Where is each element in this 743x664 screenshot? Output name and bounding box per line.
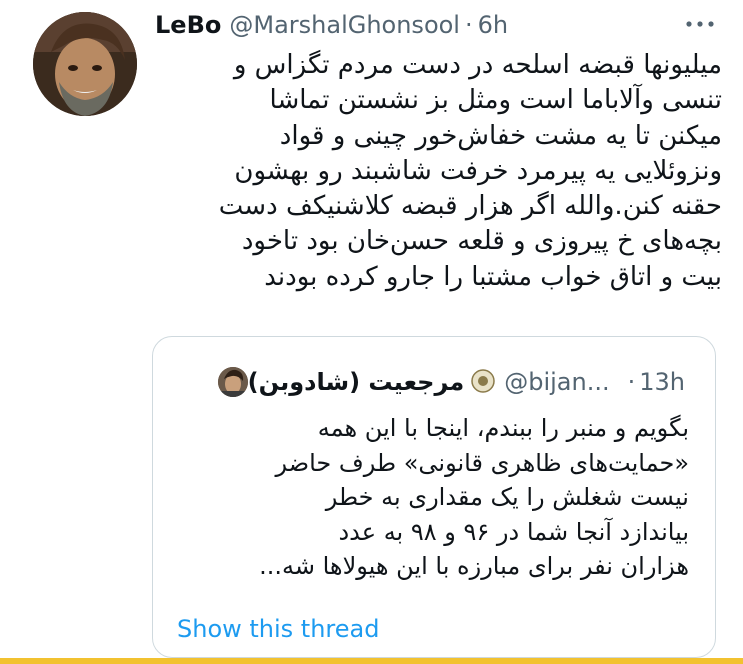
quoted-avatar	[217, 367, 248, 397]
tweet-text: میلیونها قبضه اسلحه در دست مردم تگزاس و …	[218, 50, 722, 292]
separator-dot: ·	[464, 11, 473, 39]
avatar-image	[33, 12, 137, 116]
quoted-tweet-header: مرجعیت (شادوبن) @bijan... · 13h	[217, 367, 685, 397]
quoted-timestamp[interactable]: 13h	[639, 368, 685, 396]
show-thread-link[interactable]: Show this thread	[177, 615, 379, 643]
display-name[interactable]: LeBo	[155, 11, 221, 39]
quoted-separator-dot: ·	[627, 368, 636, 396]
more-horizontal-icon[interactable]	[683, 14, 717, 34]
tweet[interactable]: LeBo @MarshalGhonsool · 6h میلیونها قبضه…	[0, 0, 743, 658]
user-handle[interactable]: @MarshalGhonsool	[229, 11, 460, 39]
tweet-header: LeBo @MarshalGhonsool · 6h	[155, 8, 508, 42]
quoted-name-text: مرجعیت (شادوبن)	[247, 368, 465, 396]
quoted-tweet-text: بگویم و منبر را ببندم، اینجا با این همه …	[259, 414, 689, 581]
tweet-timestamp[interactable]: 6h	[478, 11, 508, 39]
bottom-highlight-bar	[0, 658, 743, 664]
quoted-handle[interactable]: @bijan...	[504, 368, 609, 396]
quoted-display-name[interactable]: مرجعیت (شادوبن)	[248, 368, 497, 396]
avatar[interactable]	[33, 12, 137, 116]
badge-icon	[471, 369, 495, 393]
quoted-tweet[interactable]: مرجعیت (شادوبن) @bijan... · 13h بگویم و …	[152, 336, 716, 658]
